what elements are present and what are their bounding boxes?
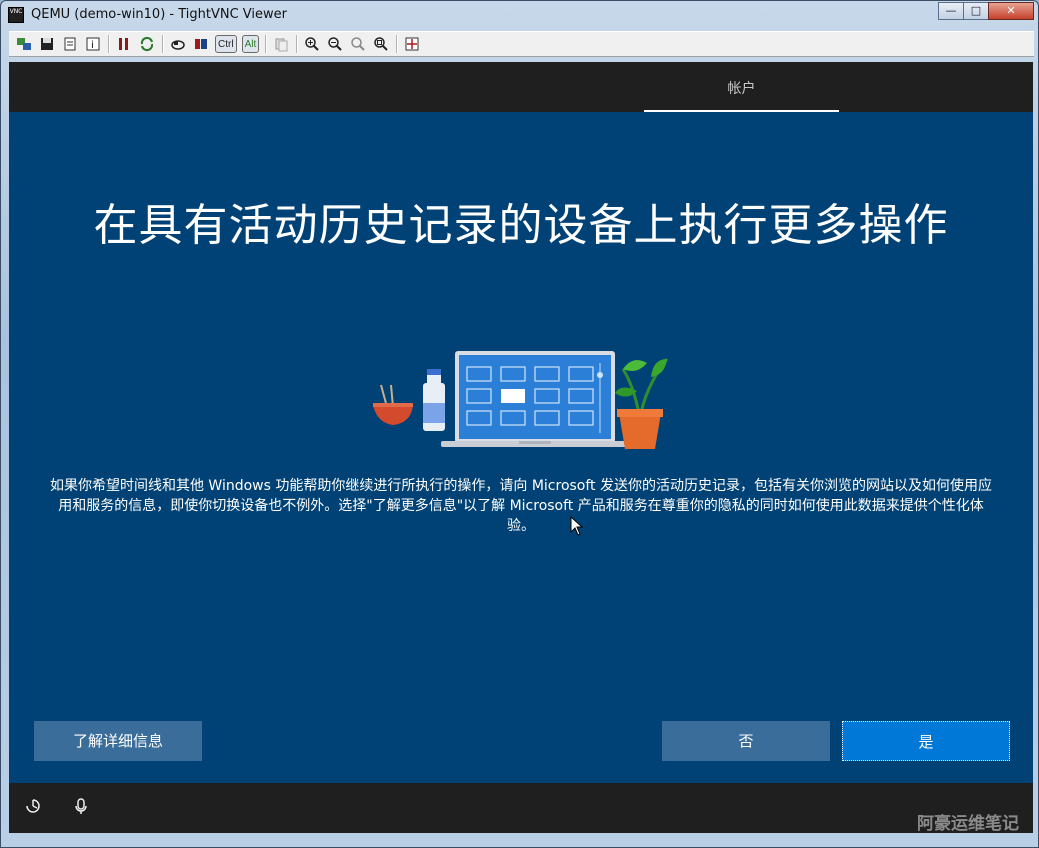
- alt-key-toggle[interactable]: Alt: [241, 35, 260, 53]
- description-text: 如果你希望时间线和其他 Windows 功能帮助你继续进行所执行的操作，请向 M…: [49, 478, 992, 534]
- vnc-toolbar: i Ctrl Alt: [9, 31, 1034, 57]
- clipboard-icon[interactable]: [272, 35, 290, 53]
- refresh-icon[interactable]: [138, 35, 156, 53]
- info-icon[interactable]: i: [84, 35, 102, 53]
- vnc-app-icon[interactable]: VNC: [8, 7, 24, 23]
- fullscreen-icon[interactable]: [403, 35, 421, 53]
- title-bar[interactable]: VNC QEMU (demo-win10) - TightVNC Viewer …: [1, 1, 1038, 29]
- ctrl-key-toggle[interactable]: Ctrl: [215, 35, 237, 53]
- toolbar-separator: [296, 35, 299, 53]
- save-icon[interactable]: [38, 35, 56, 53]
- minimize-icon: —: [945, 4, 957, 17]
- ctrl-alt-del-icon[interactable]: [169, 35, 187, 53]
- maximize-button[interactable]: □: [963, 2, 989, 20]
- mouse-cursor-icon: [570, 516, 584, 536]
- close-icon: ✕: [1006, 4, 1016, 17]
- remote-screen[interactable]: 帐户 在具有活动历史记录的设备上执行更多操作 如果你希望时间线和其他 Windo…: [9, 62, 1033, 833]
- window-title: QEMU (demo-win10) - TightVNC Viewer: [31, 7, 287, 22]
- zoom-in-icon[interactable]: [303, 35, 321, 53]
- toolbar-separator: [396, 35, 399, 53]
- zoom-100-icon[interactable]: [349, 35, 367, 53]
- learn-more-button[interactable]: 了解详细信息: [34, 721, 202, 761]
- toolbar-separator: [265, 35, 268, 53]
- oobe-bottom-bar: 阿豪运维笔记: [9, 783, 1033, 833]
- minimize-button[interactable]: —: [938, 2, 964, 20]
- page-title: 在具有活动历史记录的设备上执行更多操作: [93, 200, 949, 251]
- oobe-top-bar: 帐户: [9, 62, 1033, 112]
- activity-history-illustration: [373, 351, 669, 449]
- zoom-fit-icon[interactable]: [372, 35, 390, 53]
- zoom-out-icon[interactable]: [326, 35, 344, 53]
- microphone-icon[interactable]: [71, 797, 91, 817]
- watermark-text: 阿豪运维笔记: [917, 814, 1019, 833]
- no-button[interactable]: 否: [662, 721, 830, 761]
- vnc-viewer-window: VNC QEMU (demo-win10) - TightVNC Viewer …: [0, 0, 1039, 848]
- tab-account: 帐户: [644, 62, 839, 112]
- options-icon[interactable]: [61, 35, 79, 53]
- svg-text:i: i: [91, 40, 94, 51]
- pause-icon[interactable]: [115, 35, 133, 53]
- toolbar-separator: [162, 35, 164, 53]
- app-icon-text: VNC: [9, 8, 23, 15]
- toolbar-separator: [108, 35, 110, 53]
- new-connection-icon[interactable]: [15, 35, 33, 53]
- maximize-icon: □: [970, 4, 982, 17]
- close-button[interactable]: ✕: [988, 2, 1034, 20]
- ctrl-esc-icon[interactable]: [192, 35, 210, 53]
- yes-button[interactable]: 是: [842, 721, 1010, 761]
- ease-of-access-icon[interactable]: [23, 797, 43, 817]
